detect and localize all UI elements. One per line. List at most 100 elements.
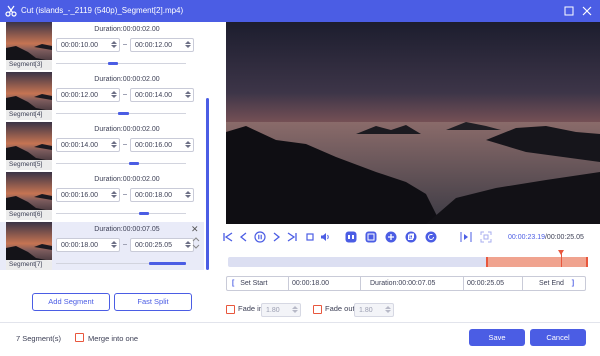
range-dash [123,94,127,95]
stepper-arrows-icon[interactable] [185,190,191,200]
set-range-bar: [ Set Start 00:00:18.00 Duration:00:00:0… [226,276,586,291]
play-range-icon[interactable] [460,231,472,243]
fast-split-button[interactable]: Fast Split [114,293,192,311]
footer-bar: 7 Segment(s) Merge into one Save Cancel [0,322,600,356]
segment-end-field[interactable]: 00:00:14.00 [130,88,194,102]
segment-start-value: 00:00:14.00 [61,142,98,149]
skip-to-start-icon[interactable] [222,231,234,243]
stepper-arrows-icon[interactable] [111,240,117,250]
stepper-arrows-icon[interactable] [185,90,191,100]
segment-count: 7 Segment(s) [16,334,62,343]
save-button[interactable]: Save [469,329,525,346]
stepper-arrows-icon[interactable] [185,140,191,150]
segment-duration: Duration:00:00:02.00 [94,26,160,33]
fullscreen-icon[interactable] [480,231,492,243]
range-dash [123,194,127,195]
total-time: /00:00:25.05 [544,234,584,241]
set-start-button[interactable]: [ Set Start [232,277,292,290]
divider [522,277,523,290]
segment-end-field[interactable]: 00:00:16.00 [130,138,194,152]
pause-icon[interactable] [254,231,266,243]
segment-end-field[interactable]: 00:00:12.00 [130,38,194,52]
segment-item[interactable]: Segment[5] Duration:00:00:02.00 00:00:14… [0,122,204,170]
segment-track [56,163,186,164]
segment-item[interactable]: Segment[7] Duration:00:00:07.05 00:00:18… [0,222,204,270]
add-segment-button[interactable]: Add Segment [32,293,110,311]
stepper-arrows-icon[interactable] [385,305,391,315]
segment-duration: Duration:00:00:07.05 [94,226,160,233]
loop-segment-icon[interactable] [345,231,357,243]
fade-in-stepper[interactable]: 1.80 [261,303,301,317]
reorder-icon[interactable] [192,236,200,250]
cancel-button[interactable]: Cancel [530,329,586,346]
segment-end-value: 00:00:25.05 [135,242,172,249]
set-end-label: Set End [539,280,564,287]
stepper-arrows-icon[interactable] [292,305,298,315]
add-icon[interactable] [385,231,397,243]
merge-label: Merge into one [88,334,139,343]
segment-end-field[interactable]: 00:00:18.00 [130,188,194,202]
segment-start-field[interactable]: 00:00:10.00 [56,38,120,52]
segment-position-marker [128,162,140,165]
stepper-arrows-icon[interactable] [111,40,117,50]
segment-start-value: 00:00:18.00 [61,242,98,249]
divider [463,277,464,290]
end-time-field[interactable]: 00:00:25.05 [467,277,519,290]
previous-frame-icon[interactable] [238,231,250,243]
segment-item[interactable]: Segment[6] Duration:00:00:02.00 00:00:16… [0,172,204,220]
snapshot-icon[interactable] [365,231,377,243]
stepper-arrows-icon[interactable] [111,140,117,150]
scrollbar-thumb[interactable] [206,98,209,270]
merge-checkbox[interactable] [75,333,84,342]
segment-end-value: 00:00:14.00 [135,92,172,99]
range-start-handle[interactable] [485,257,488,267]
segment-start-field[interactable]: 00:00:18.00 [56,238,120,252]
segment-track [56,213,186,214]
segment-label: Segment[6] [6,210,52,220]
segment-thumbnail: Segment[5] [6,122,52,170]
segment-item[interactable]: Segment[3] Duration:00:00:02.00 00:00:10… [0,22,204,70]
next-frame-icon[interactable] [270,231,282,243]
fade-in-label: Fade in [238,304,264,313]
segment-end-field[interactable]: 00:00:25.05 [130,238,194,252]
segment-list: Segment[3] Duration:00:00:02.00 00:00:10… [0,22,204,272]
start-time-field[interactable]: 00:00:18.00 [292,277,352,290]
segment-thumbnail: Segment[7] [6,222,52,270]
fade-in-checkbox[interactable] [226,305,235,314]
stepper-arrows-icon[interactable] [185,240,191,250]
stepper-arrows-icon[interactable] [111,190,117,200]
timeline-track[interactable] [228,250,588,267]
range-dash [123,244,127,245]
delete-segment-icon[interactable]: ✕ [191,224,199,235]
stepper-arrows-icon[interactable] [185,40,191,50]
selected-range[interactable] [486,257,588,267]
stop-icon[interactable] [304,231,316,243]
segment-thumbnail: Segment[4] [6,72,52,120]
segment-start-value: 00:00:10.00 [61,42,98,49]
video-preview[interactable] [226,22,600,224]
segment-item[interactable]: Segment[4] Duration:00:00:02.00 00:00:12… [0,72,204,120]
segment-start-field[interactable]: 00:00:16.00 [56,188,120,202]
range-end-handle[interactable] [586,257,588,267]
maximize-icon[interactable] [562,4,576,18]
close-icon[interactable] [580,4,594,18]
segment-start-field[interactable]: 00:00:14.00 [56,138,120,152]
segment-position-marker [139,212,150,215]
set-end-button[interactable]: Set End ] [539,277,585,290]
range-dash [123,44,127,45]
fade-out-checkbox[interactable] [313,305,322,314]
segment-position-marker [107,62,119,65]
segment-end-value: 00:00:16.00 [135,142,172,149]
segment-position-marker [118,112,129,115]
stepper-arrows-icon[interactable] [111,90,117,100]
segment-duration: Duration:00:00:02.00 [94,76,160,83]
segment-end-value: 00:00:18.00 [135,192,172,199]
rotate-icon[interactable] [425,231,437,243]
playhead-marker-icon[interactable] [558,250,565,255]
skip-to-end-icon[interactable] [286,231,298,243]
copy-icon[interactable] [405,231,417,243]
segment-start-field[interactable]: 00:00:12.00 [56,88,120,102]
volume-icon[interactable] [319,231,331,243]
set-start-label: Set Start [240,280,268,287]
fade-out-stepper[interactable]: 1.80 [354,303,394,317]
